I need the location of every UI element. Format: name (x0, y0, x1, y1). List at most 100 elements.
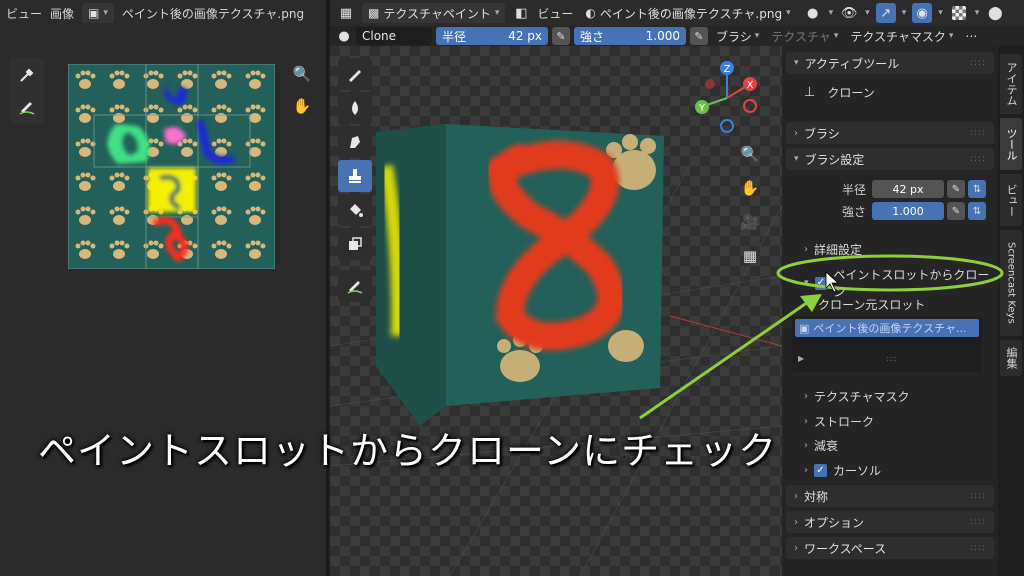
sidebar-properties: ▾ アクティブツール :::: ⊥ クローン › ブラシ :::: ▾ ブラシ設… (782, 46, 998, 576)
grid-perspective-icon[interactable]: ▦ (738, 244, 762, 268)
workspace-header: ワークスペース (804, 541, 887, 556)
fill-bucket-icon[interactable] (338, 194, 372, 226)
strength-slider[interactable]: 強さ 1.000 (574, 27, 686, 45)
tab-edit[interactable]: 編集 (1000, 340, 1022, 376)
brush-name-field[interactable]: Clone (356, 27, 432, 45)
slot-list-item[interactable]: ▣ ペイント後の画像テクスチャ... (795, 319, 979, 337)
tab-tool[interactable]: ツール (1000, 118, 1022, 170)
section-options[interactable]: › オプション :::: (786, 511, 994, 533)
camera-icon[interactable]: 🎥 (738, 210, 762, 234)
tab-screencast-keys[interactable]: Screencast Keys (1000, 230, 1022, 336)
canvas-image-dropdown[interactable]: ◐ ペイント後の画像テクスチャ.png ▾ (579, 3, 796, 23)
xray-toggle-icon[interactable] (949, 3, 969, 23)
chevron-right-icon: › (804, 440, 808, 451)
draw-brush-icon[interactable] (338, 58, 372, 90)
menu-view[interactable]: ビュー (6, 5, 42, 22)
unified-strength-icon[interactable]: ⇅ (968, 202, 986, 220)
brush-preset-icon[interactable]: ● (336, 26, 352, 46)
pressure-pen-icon[interactable]: ✎ (947, 202, 965, 220)
cursor-label: カーソル (833, 464, 882, 478)
drag-handle-icon[interactable]: :::: (970, 491, 986, 501)
chevron-down-icon: ▾ (794, 154, 799, 164)
drag-handle-icon[interactable]: :::: (970, 154, 986, 164)
menu-image[interactable]: 画像 (50, 5, 74, 22)
canvas-image-name: ペイント後の画像テクスチャ.png (599, 6, 783, 21)
chevron-down-icon[interactable]: ▾ (938, 8, 943, 18)
drag-handle-icon[interactable]: :::: (970, 517, 986, 527)
texture-mask-subpanel[interactable]: › テクスチャマスク (804, 388, 910, 405)
cursor-subpanel[interactable]: › ✓ カーソル (804, 462, 881, 479)
axis-gizmo[interactable]: Z Y X (692, 58, 762, 138)
visibility-eye-icon[interactable]: 👁 (839, 3, 859, 23)
sidebar-tabs: アイテム ツール ビュー Screencast Keys 編集 (998, 46, 1024, 576)
smear-icon[interactable] (338, 126, 372, 158)
pan-hand-icon[interactable]: ✋ (290, 94, 314, 118)
drag-handle-icon[interactable]: :::: (970, 58, 986, 68)
radius-pressure-icon[interactable]: ✎ (552, 27, 570, 45)
more-menu-icon[interactable]: ⋯ (961, 29, 981, 43)
radius-field[interactable]: 42 px (872, 180, 944, 198)
zoom-icon[interactable]: 🔍 (738, 142, 762, 166)
chevron-down-icon: ▾ (786, 8, 791, 18)
image-sphere-icon: ◐ (585, 6, 596, 20)
section-active-tool[interactable]: ▾ アクティブツール :::: (786, 52, 994, 74)
drag-handle-icon[interactable]: :::: (970, 128, 986, 138)
brush-menu[interactable]: ブラシ ▾ (712, 28, 763, 45)
strength-field[interactable]: 1.000 (872, 202, 944, 220)
strength-row: 強さ 1.000 ✎ ⇅ (790, 201, 990, 221)
clone-from-slot-checkbox[interactable]: ✓ (814, 276, 828, 290)
tab-view[interactable]: ビュー (1000, 174, 1022, 226)
shading-solid-icon[interactable]: ⬤ (985, 3, 1005, 23)
strength-label: 強さ (841, 204, 866, 219)
unified-size-icon[interactable]: ⇅ (968, 180, 986, 198)
zoom-icon[interactable]: 🔍 (290, 62, 314, 86)
clone-from-slot-subpanel[interactable]: ▾ ✓ ペイントスロットからクローン (804, 266, 998, 300)
section-workspace[interactable]: › ワークスペース :::: (786, 537, 994, 559)
gizmo-toggle-icon[interactable]: ↗ (875, 3, 896, 23)
eyedropper-icon[interactable] (12, 60, 42, 90)
chevron-down-icon[interactable]: ▾ (865, 8, 870, 18)
chevron-down-icon[interactable]: ▾ (829, 8, 834, 18)
section-brush-settings[interactable]: ▾ ブラシ設定 :::: (786, 148, 994, 170)
overlay-toggle-icon[interactable]: ◉ (912, 3, 933, 23)
list-resize-handle-icon[interactable]: :::: (886, 354, 897, 363)
pressure-pen-icon[interactable]: ✎ (947, 180, 965, 198)
strength-pressure-icon[interactable]: ✎ (690, 27, 708, 45)
mask-toggle-icon[interactable]: ◧ (511, 3, 531, 23)
mode-dropdown[interactable]: ▩ テクスチャペイント ▾ (362, 3, 506, 23)
annotate-icon[interactable] (338, 270, 372, 302)
chevron-down-icon[interactable]: ▾ (975, 8, 980, 18)
symmetry-header: 対称 (804, 489, 829, 504)
list-expand-icon[interactable]: ▶ (798, 354, 804, 363)
image-browse-dropdown[interactable]: ▣ ▾ (82, 3, 114, 23)
texture-mask-menu[interactable]: テクスチャマスク ▾ (846, 28, 957, 45)
radius-slider[interactable]: 半径 42 px (436, 27, 548, 45)
soften-drop-icon[interactable] (338, 92, 372, 124)
mask-icon[interactable] (338, 228, 372, 260)
section-brush[interactable]: › ブラシ :::: (786, 122, 994, 144)
image-name-field[interactable]: ペイント後の画像テクスチャ.png (122, 5, 304, 22)
section-symmetry[interactable]: › 対称 :::: (786, 485, 994, 507)
clone-stamp-icon[interactable] (338, 160, 372, 192)
texture-menu[interactable]: テクスチャ ▾ (767, 28, 842, 45)
pan-hand-icon[interactable]: ✋ (738, 176, 762, 200)
falloff-subpanel[interactable]: › 減衰 (804, 437, 838, 454)
clone-from-slot-label: ペイントスロットからクローン (833, 268, 990, 299)
editor-type-icon[interactable]: ▦ (336, 3, 356, 23)
menu-view-3d[interactable]: ビュー (537, 5, 573, 22)
annotate-icon[interactable] (12, 92, 42, 122)
3d-viewport[interactable]: Z Y X 🔍 ✋ 🎥 ▦ (330, 46, 782, 576)
dot-icon[interactable]: ● (803, 3, 823, 23)
clone-slot-list[interactable]: ▣ ペイント後の画像テクスチャ... ▶ :::: (792, 316, 982, 372)
chevron-down-icon: ▾ (754, 31, 760, 41)
chevron-down-icon: ▾ (948, 31, 954, 41)
advanced-subpanel[interactable]: › 詳細設定 (804, 241, 862, 258)
active-tool-header: アクティブツール (804, 56, 900, 71)
tab-item[interactable]: アイテム (1000, 54, 1022, 114)
chevron-right-icon: › (804, 465, 808, 476)
cursor-checkbox[interactable]: ✓ (814, 464, 827, 477)
uv-texture-image[interactable] (68, 64, 275, 269)
chevron-down-icon[interactable]: ▾ (902, 8, 907, 18)
stroke-subpanel[interactable]: › ストローク (804, 413, 874, 430)
drag-handle-icon[interactable]: :::: (970, 543, 986, 553)
